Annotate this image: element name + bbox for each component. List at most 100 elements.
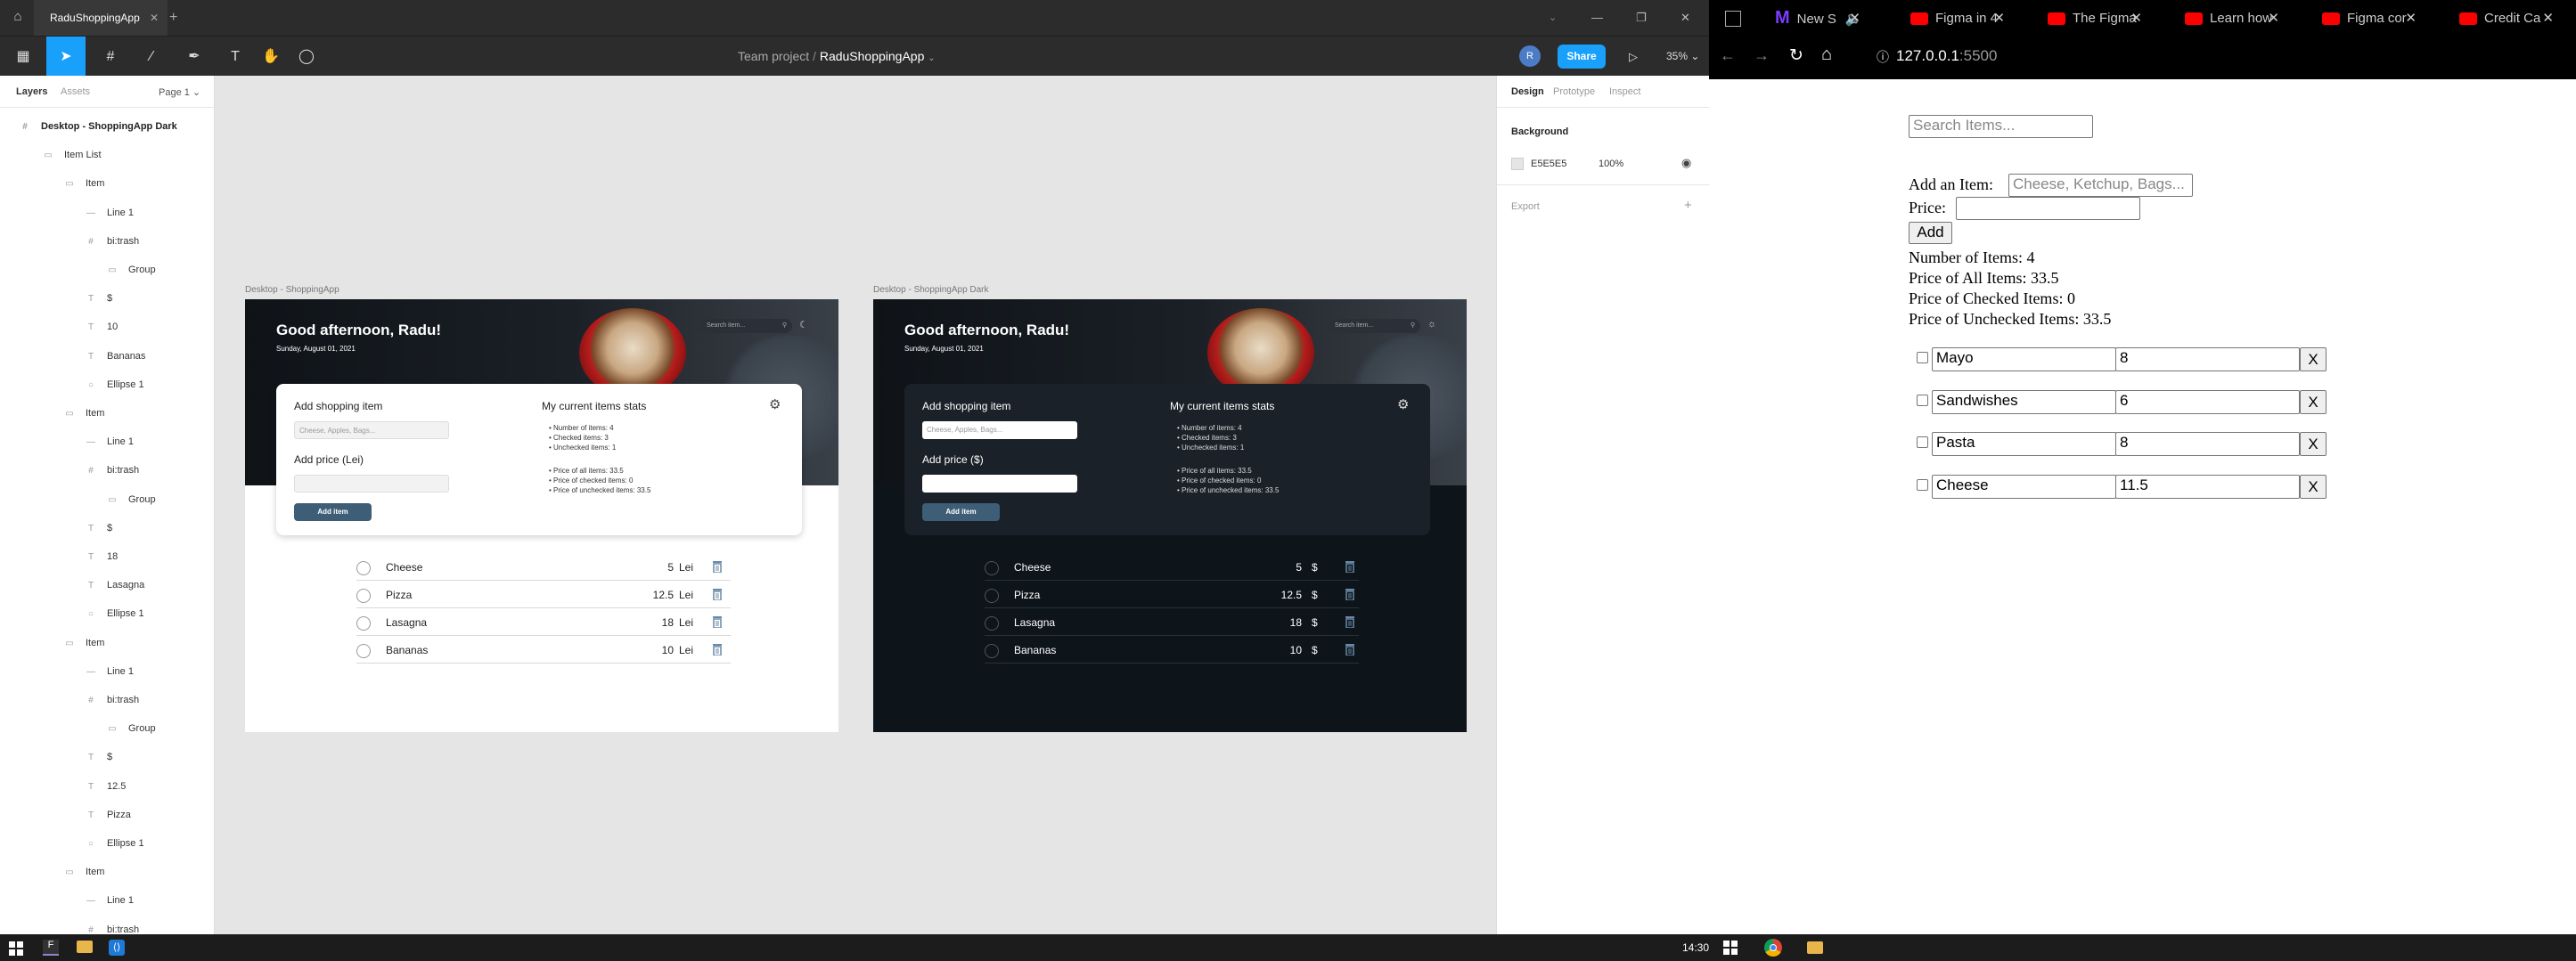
browser-tab[interactable]: The Figma ✕	[2048, 0, 2146, 37]
search-input[interactable]: Search Items...	[1909, 115, 2093, 138]
file-explorer-icon-2[interactable]	[1807, 941, 1823, 954]
price-input[interactable]	[294, 475, 449, 493]
gear-icon[interactable]: ⚙	[1397, 396, 1409, 412]
item-input[interactable]: Cheese, Apples, Bags...	[922, 421, 1077, 439]
eye-icon[interactable]: ◉	[1681, 156, 1691, 170]
layer-row[interactable]: T $	[84, 519, 112, 537]
trash-icon[interactable]	[1345, 615, 1355, 629]
layer-row[interactable]: T 12.5	[84, 778, 126, 795]
bg-hex[interactable]: E5E5E5	[1531, 159, 1566, 169]
play-icon[interactable]: ▷	[1629, 37, 1638, 77]
tab-prototype[interactable]: Prototype	[1553, 86, 1595, 97]
main-menu-icon[interactable]: ▦	[5, 37, 41, 77]
item-checkbox[interactable]	[1917, 394, 1928, 406]
layer-row[interactable]: ○ Ellipse 1	[84, 605, 144, 623]
close-tab-icon[interactable]: ✕	[1849, 0, 1860, 37]
layer-row[interactable]: ▭ Item	[62, 634, 104, 652]
chevron-down-icon[interactable]: ⌄	[1549, 0, 1557, 36]
trash-icon[interactable]	[712, 588, 723, 601]
windows-start-icon[interactable]	[9, 941, 23, 956]
file-tab[interactable]: RaduShoppingApp ✕	[34, 0, 168, 36]
add-item-button[interactable]: Add item	[294, 503, 372, 521]
checkbox-circle[interactable]	[356, 644, 371, 658]
close-tab-icon[interactable]: ✕	[2268, 0, 2279, 37]
layer-row[interactable]: ▭ Item	[62, 863, 104, 881]
move-tool-icon[interactable]: ➤	[46, 37, 86, 77]
layer-row[interactable]: T 18	[84, 548, 118, 566]
add-button[interactable]: Add	[1909, 222, 1952, 244]
item-checkbox[interactable]	[1917, 436, 1928, 448]
vscode-icon[interactable]: ⟨⟩	[109, 940, 125, 956]
checkbox-circle[interactable]	[985, 589, 999, 603]
layer-row[interactable]: ▭ Group	[105, 491, 155, 509]
bg-opacity[interactable]: 100%	[1599, 159, 1623, 169]
frame-light[interactable]: Good afternoon, Radu! Sunday, August 01,…	[245, 299, 838, 732]
checkbox-circle[interactable]	[356, 616, 371, 631]
tab-assets[interactable]: Assets	[61, 86, 90, 97]
share-button[interactable]: Share	[1558, 45, 1606, 69]
close-tab-icon[interactable]: ✕	[2542, 0, 2554, 37]
trash-icon[interactable]	[1345, 643, 1355, 656]
browser-tab[interactable]: Credit Ca ✕	[2459, 0, 2557, 37]
frame-tool-icon[interactable]: #	[93, 37, 128, 77]
remove-button[interactable]: X	[2300, 389, 2327, 414]
address-bar[interactable]: 127.0.0.1:5500	[1896, 47, 1997, 65]
item-name-input[interactable]: Cheese	[1932, 474, 2116, 499]
layer-row[interactable]: — Line 1	[84, 204, 134, 222]
layer-row[interactable]: ▭ Group	[105, 261, 155, 279]
chevron-down-icon[interactable]: ⌄	[928, 53, 935, 63]
breadcrumb-file[interactable]: RaduShoppingApp	[820, 49, 925, 63]
browser-tab[interactable]: Figma in 4 ✕	[1910, 0, 2008, 37]
line-tool-icon[interactable]: ⁄	[134, 37, 169, 77]
add-item-input[interactable]: Cheese, Ketchup, Bags...	[2008, 174, 2193, 197]
bg-swatch[interactable]	[1511, 158, 1524, 170]
layer-row[interactable]: # bi:trash	[84, 232, 139, 250]
list-item[interactable]: Lasagna 18 $	[985, 608, 1359, 636]
trash-icon[interactable]	[1345, 588, 1355, 601]
layer-row[interactable]: ▭ Item	[62, 175, 104, 192]
close-tab-icon[interactable]: ✕	[150, 0, 159, 36]
remove-button[interactable]: X	[2300, 432, 2327, 456]
layer-row[interactable]: # bi:trash	[84, 921, 139, 934]
layer-row[interactable]: — Line 1	[84, 892, 134, 909]
tab-layers[interactable]: Layers	[16, 86, 47, 97]
list-item[interactable]: Pizza 12.5 Lei	[356, 581, 731, 608]
item-price-input[interactable]: 8	[2115, 347, 2300, 371]
layer-row[interactable]: # bi:trash	[84, 691, 139, 709]
page-selector[interactable]: Page 1 ⌄	[159, 86, 200, 98]
item-name-input[interactable]: Sandwishes	[1932, 389, 2116, 414]
list-item[interactable]: Cheese 5 $	[985, 553, 1359, 581]
list-item[interactable]: Bananas 10 Lei	[356, 636, 731, 664]
avatar[interactable]: R	[1519, 45, 1541, 67]
trash-icon[interactable]	[712, 643, 723, 656]
canvas[interactable]: Desktop - ShoppingApp Good afternoon, Ra…	[215, 76, 1496, 934]
checkbox-circle[interactable]	[985, 616, 999, 631]
layer-row[interactable]: T Pizza	[84, 806, 131, 824]
checkbox-circle[interactable]	[356, 589, 371, 603]
layer-row[interactable]: T $	[84, 748, 112, 766]
plus-icon[interactable]: +	[1684, 198, 1692, 213]
trash-icon[interactable]	[712, 615, 723, 629]
back-icon[interactable]: ←	[1720, 46, 1736, 65]
layer-row[interactable]: T Lasagna	[84, 576, 144, 594]
checkbox-circle[interactable]	[985, 644, 999, 658]
reload-icon[interactable]: ↻	[1789, 45, 1803, 66]
layer-row[interactable]: # bi:trash	[84, 461, 139, 479]
item-input[interactable]: Cheese, Apples, Bags...	[294, 421, 449, 439]
hand-tool-icon[interactable]: ✋	[253, 37, 289, 77]
layer-row[interactable]: # Desktop - ShoppingApp Dark	[18, 118, 177, 135]
pen-tool-icon[interactable]: ✒	[176, 37, 212, 77]
browser-tab[interactable]: Figma cor ✕	[2322, 0, 2420, 37]
list-item[interactable]: Cheese 5 Lei	[356, 553, 731, 581]
layer-row[interactable]: T Bananas	[84, 347, 146, 365]
text-tool-icon[interactable]: T	[217, 37, 253, 77]
layer-row[interactable]: — Line 1	[84, 433, 134, 451]
price-input[interactable]	[922, 475, 1077, 493]
list-item[interactable]: Lasagna 18 Lei	[356, 608, 731, 636]
checkbox-circle[interactable]	[356, 561, 371, 575]
frame-label-light[interactable]: Desktop - ShoppingApp	[245, 285, 339, 295]
frame-label-dark[interactable]: Desktop - ShoppingApp Dark	[873, 285, 989, 295]
close-tab-icon[interactable]: ✕	[2130, 0, 2142, 37]
chrome-icon[interactable]	[1764, 939, 1782, 957]
file-explorer-icon[interactable]	[77, 941, 93, 953]
